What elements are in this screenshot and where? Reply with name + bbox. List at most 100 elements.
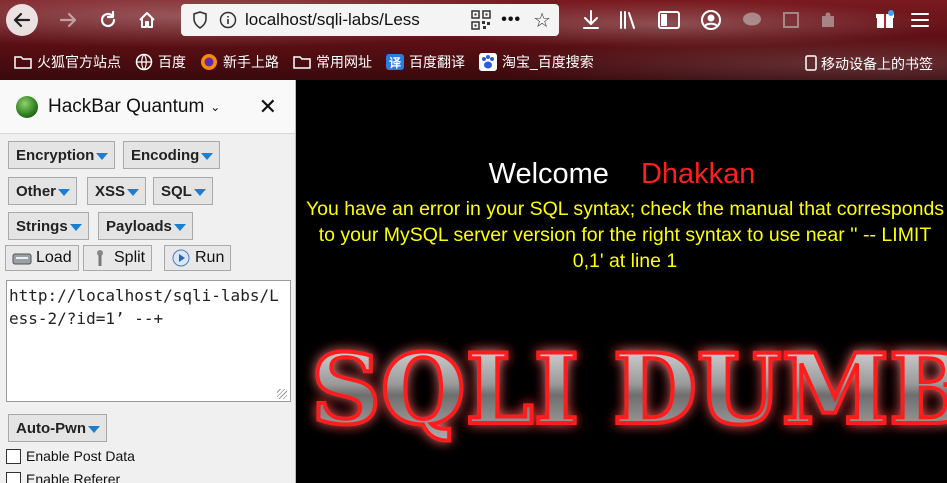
home-icon bbox=[139, 12, 155, 28]
extension-puzzle-icon[interactable] bbox=[815, 6, 843, 34]
menu-label: XSS bbox=[95, 182, 126, 200]
enable-referer-checkbox[interactable]: Enable Referer bbox=[6, 471, 120, 483]
folder-icon bbox=[14, 54, 32, 70]
button-label: Run bbox=[195, 249, 225, 266]
folder-icon bbox=[293, 54, 311, 70]
bookmark-label: 淘宝_百度搜索 bbox=[502, 54, 594, 70]
url-text[interactable]: localhost/sqli-labs/Less bbox=[245, 10, 471, 30]
checkbox-box[interactable] bbox=[6, 471, 21, 483]
browser-window: { "browser": { "url": "localhost/sqli-la… bbox=[0, 0, 947, 483]
library-icon[interactable] bbox=[614, 6, 642, 34]
menu-label: Auto-Pwn bbox=[16, 419, 86, 437]
auto-pwn-menu[interactable]: Auto-Pwn bbox=[8, 414, 107, 442]
sidebar-title[interactable]: HackBar Quantum bbox=[48, 96, 204, 118]
sql-menu[interactable]: SQL bbox=[153, 177, 213, 205]
resize-grip-icon[interactable] bbox=[277, 389, 287, 399]
navigation-bar: localhost/sqli-labs/Less ••• ☆ bbox=[0, 0, 947, 40]
checkbox-label: Enable Post Data bbox=[26, 448, 135, 464]
download-icon[interactable] bbox=[577, 6, 605, 34]
address-bar[interactable]: localhost/sqli-labs/Less ••• ☆ bbox=[181, 4, 559, 36]
globe-icon bbox=[135, 53, 153, 71]
menu-label: SQL bbox=[161, 182, 192, 200]
qr-code-icon[interactable] bbox=[471, 10, 491, 30]
baidu-paw-icon bbox=[479, 53, 497, 71]
bookmark-item[interactable]: 淘宝_百度搜索 bbox=[479, 52, 594, 72]
encoding-menu[interactable]: Encoding bbox=[123, 141, 221, 169]
split-url-icon bbox=[90, 249, 110, 267]
back-button[interactable] bbox=[6, 4, 38, 36]
bookmark-label: 常用网址 bbox=[316, 54, 372, 70]
dropdown-arrow-icon bbox=[201, 152, 214, 160]
dropdown-arrow-icon bbox=[69, 223, 82, 231]
dropdown-arrow-icon bbox=[87, 425, 100, 433]
close-icon[interactable]: ✕ bbox=[259, 94, 277, 120]
welcome-text: Welcome bbox=[488, 158, 609, 190]
gift-icon[interactable] bbox=[871, 6, 899, 34]
bookmark-item[interactable]: 译 百度翻译 bbox=[386, 52, 465, 72]
checkbox-label: Enable Referer bbox=[26, 471, 121, 483]
sidebar-header: HackBar Quantum ⌄ ✕ bbox=[0, 80, 295, 134]
dropdown-arrow-icon bbox=[96, 152, 109, 160]
bookmark-label: 火狐官方站点 bbox=[37, 54, 121, 70]
load-button[interactable]: Load bbox=[5, 245, 79, 271]
menu-hamburger-icon[interactable] bbox=[906, 6, 934, 34]
hackbar-logo-icon bbox=[16, 95, 38, 118]
bookmark-item[interactable]: 新手上路 bbox=[200, 52, 279, 72]
button-label: Split bbox=[114, 249, 146, 266]
split-button[interactable]: Split bbox=[83, 245, 153, 271]
load-url-icon bbox=[12, 249, 32, 267]
bookmark-item[interactable]: 百度 bbox=[135, 52, 186, 72]
sqli-dumb-logo: SQLI DUMB bbox=[309, 335, 947, 448]
page-actions-button[interactable]: ••• bbox=[501, 11, 521, 29]
enable-post-data-checkbox[interactable]: Enable Post Data bbox=[6, 448, 135, 464]
payloads-menu[interactable]: Payloads bbox=[98, 212, 193, 240]
bookmark-item[interactable]: 火狐官方站点 bbox=[14, 52, 121, 72]
dropdown-arrow-icon bbox=[58, 188, 71, 196]
bookmarks-toolbar: 火狐官方站点 百度 新手上路 常用网址 译 百度翻译 淘宝_百度搜索 移动设备上… bbox=[0, 48, 947, 76]
dropdown-arrow-icon bbox=[193, 188, 206, 196]
bookmark-star-icon[interactable]: ☆ bbox=[533, 8, 551, 33]
firefox-icon bbox=[200, 54, 218, 70]
strings-menu[interactable]: Strings bbox=[8, 212, 89, 240]
mobile-bookmark-icon bbox=[805, 54, 817, 74]
run-button[interactable]: Run bbox=[164, 245, 232, 271]
menu-label: Payloads bbox=[106, 217, 172, 235]
reload-button[interactable] bbox=[92, 4, 124, 36]
bookmark-label: 百度 bbox=[158, 54, 186, 70]
sidebar-toggle-icon[interactable] bbox=[655, 6, 683, 34]
checkbox-box[interactable] bbox=[6, 448, 21, 464]
arrow-right-icon bbox=[59, 12, 77, 28]
encryption-menu[interactable]: Encryption bbox=[8, 141, 116, 169]
browser-toolbar: localhost/sqli-labs/Less ••• ☆ 火狐官方站点 百度… bbox=[0, 0, 947, 80]
play-icon bbox=[171, 249, 191, 267]
bookmark-item[interactable]: 常用网址 bbox=[293, 52, 372, 72]
bookmark-label: 新手上路 bbox=[223, 54, 279, 70]
page-content: Welcome Dhakkan You have an error in your… bbox=[297, 80, 947, 483]
sql-error-message: You have an error in your SQL syntax; ch… bbox=[305, 198, 945, 272]
info-icon[interactable] bbox=[217, 9, 239, 31]
extension-chat-icon[interactable] bbox=[738, 6, 766, 34]
username-text: Dhakkan bbox=[640, 158, 756, 190]
menu-label: Strings bbox=[16, 217, 68, 235]
forward-button[interactable] bbox=[52, 4, 84, 36]
chevron-down-icon[interactable]: ⌄ bbox=[210, 100, 220, 114]
arrow-left-icon bbox=[13, 12, 31, 28]
mobile-bookmarks[interactable]: 移动设备上的书签 bbox=[805, 54, 933, 74]
home-button[interactable] bbox=[131, 4, 163, 36]
menu-label: Encryption bbox=[16, 146, 95, 164]
button-label: Load bbox=[36, 249, 72, 266]
bookmark-label: 移动设备上的书签 bbox=[821, 56, 933, 72]
menu-label: Other bbox=[16, 182, 57, 200]
welcome-line: Welcome Dhakkan bbox=[297, 158, 947, 191]
logo-text: SQLI DUMB bbox=[311, 335, 947, 446]
xss-menu[interactable]: XSS bbox=[87, 177, 147, 205]
translate-icon: 译 bbox=[386, 54, 404, 70]
reload-icon bbox=[100, 10, 116, 28]
other-menu[interactable]: Other bbox=[8, 177, 78, 205]
url-textarea[interactable]: http://localhost/sqli-labs/Less-2/?id=1’… bbox=[6, 280, 291, 402]
extension-square-icon[interactable] bbox=[777, 6, 805, 34]
account-icon[interactable] bbox=[697, 6, 725, 34]
tracking-shield-icon[interactable] bbox=[189, 9, 211, 31]
dropdown-arrow-icon bbox=[127, 188, 140, 196]
bookmark-label: 百度翻译 bbox=[409, 54, 465, 70]
